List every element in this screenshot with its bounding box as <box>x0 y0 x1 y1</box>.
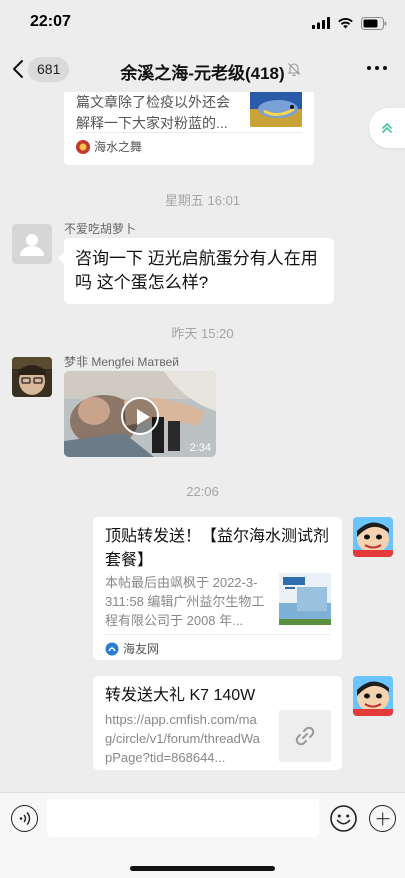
my-avatar[interactable] <box>353 517 393 557</box>
voice-icon <box>19 812 31 825</box>
double-chevron-up-icon <box>382 122 392 133</box>
video-message[interactable]: 2:34 <box>64 371 216 457</box>
link-thumbnail <box>279 710 331 762</box>
card-description: 本帖最后由飒枫于 2022-3-311:58 编辑广州益尔生物工程有限公司于 2… <box>105 575 265 628</box>
video-duration: 2:34 <box>189 442 211 454</box>
card-source-name: 海友网 <box>123 642 160 656</box>
back-button[interactable]: 681 <box>12 56 70 82</box>
timestamp: 昨天 15:20 <box>171 326 234 341</box>
card-title: 顶贴转发送！【益尔海水测试剂套餐】 <box>105 528 330 569</box>
article-source-name: 海水之舞 <box>94 140 143 154</box>
message-input[interactable] <box>47 799 319 837</box>
wifi-icon <box>338 18 353 29</box>
card-divider <box>105 634 330 635</box>
unread-count-badge: 681 <box>28 56 70 82</box>
mute-bell-icon <box>287 63 301 76</box>
card-description: https://app.cmfish.com/mag/circle/v1/for… <box>105 712 260 765</box>
article-source: 海水之舞 <box>76 138 142 155</box>
more-options-button[interactable] <box>367 66 387 70</box>
sender-name: 不爱吃胡萝卜 <box>64 222 137 236</box>
status-icons <box>312 15 387 31</box>
avatar[interactable] <box>12 357 52 397</box>
card-source: 海友网 <box>105 640 159 657</box>
article-description: 篇文章除了检疫以外还会解释一下大家对粉蓝的... <box>76 94 230 131</box>
source-logo-icon <box>105 642 119 655</box>
chat-header: 681 余溪之海-元老级(418) <box>0 46 405 92</box>
status-time: 22:07 <box>30 13 71 30</box>
more-actions-button[interactable] <box>369 805 396 832</box>
scroll-to-top-button[interactable] <box>369 108 405 148</box>
battery-icon <box>361 16 387 30</box>
emoji-icon[interactable] <box>330 805 357 832</box>
chat-message-list[interactable]: 篇文章除了检疫以外还会解释一下大家对粉蓝的... 海水之舞 星期五 16:01 … <box>0 92 405 792</box>
shared-article-card[interactable]: 篇文章除了检疫以外还会解释一下大家对粉蓝的... 海水之舞 <box>64 92 314 165</box>
shared-link-card[interactable]: 顶贴转发送！【益尔海水测试剂套餐】 本帖最后由飒枫于 2022-3-311:58… <box>93 517 342 660</box>
timestamp: 星期五 16:01 <box>164 193 241 208</box>
card-thumbnail <box>279 573 331 625</box>
shared-link-card[interactable]: 转发送大礼 K7 140W https://app.cmfish.com/mag… <box>93 676 342 770</box>
sender-name: 梦非 Mengfei Матвей <box>64 355 180 369</box>
article-thumbnail <box>250 92 302 127</box>
status-bar: 22:07 <box>0 0 405 46</box>
card-title: 转发送大礼 K7 140W <box>105 687 256 704</box>
chevron-left-icon <box>13 60 23 78</box>
source-logo-icon <box>76 139 90 154</box>
link-icon <box>295 726 315 746</box>
default-avatar-icon <box>20 234 44 256</box>
voice-input-button[interactable] <box>11 805 38 832</box>
play-icon[interactable] <box>121 397 159 435</box>
timestamp: 22:06 <box>186 484 219 499</box>
message-bubble[interactable]: 咨询一下 迈光启航蛋分有人在用吗 这个蛋怎么样? <box>58 238 334 304</box>
my-avatar[interactable] <box>353 676 393 716</box>
avatar[interactable] <box>12 224 52 264</box>
cellular-signal-icon <box>312 17 330 29</box>
home-indicator <box>130 866 275 871</box>
card-divider <box>76 132 302 133</box>
